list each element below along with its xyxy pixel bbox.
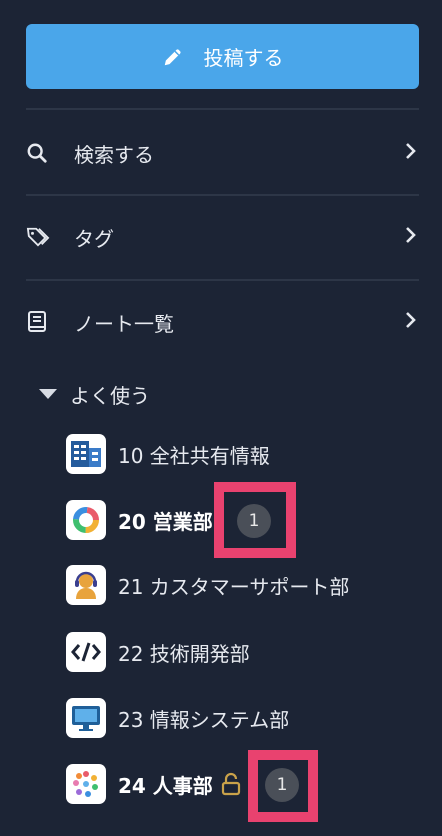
group-item-label: 22 技術開発部: [118, 641, 250, 666]
post-button[interactable]: 投稿する: [26, 24, 419, 89]
group-item-label: 10 全社共有情報: [118, 443, 270, 468]
group-item-label: 20 営業部: [118, 509, 213, 534]
search-icon: [26, 142, 52, 164]
divider: [26, 279, 419, 281]
highlight-box: [248, 750, 318, 822]
group-item[interactable]: 22 技術開発部: [66, 632, 426, 672]
group-item[interactable]: 24 人事部: [66, 764, 426, 804]
nav-notes[interactable]: ノート一覧: [26, 297, 419, 347]
headset-person-icon: [66, 565, 106, 605]
divider: [26, 194, 419, 196]
favorites-toggle[interactable]: よく使う: [38, 376, 150, 412]
caret-down-icon: [39, 389, 57, 399]
chevron-right-icon: [405, 141, 417, 165]
nav-notes-label: ノート一覧: [74, 311, 174, 336]
people-dots-icon: [66, 764, 106, 804]
favorites-label: よく使う: [70, 383, 150, 408]
nav-search[interactable]: 検索する: [26, 128, 419, 178]
group-item[interactable]: 23 情報システム部: [66, 698, 426, 738]
monitor-icon: [66, 698, 106, 738]
group-item-label: 21 カスタマーサポート部: [118, 574, 350, 599]
tag-icon: [26, 226, 52, 248]
nav-tags[interactable]: タグ: [26, 212, 419, 262]
ring-chart-icon: [66, 500, 106, 540]
pencil-icon: [164, 49, 180, 65]
group-item-label: 23 情報システム部: [118, 707, 290, 732]
chevron-right-icon: [405, 310, 417, 334]
post-button-label: 投稿する: [203, 46, 284, 70]
notebook-icon: [26, 310, 52, 334]
divider: [26, 108, 419, 110]
nav-search-label: 検索する: [74, 142, 154, 167]
group-item-label: 24 人事部: [118, 773, 213, 798]
building-icon: [66, 434, 106, 474]
nav-tags-label: タグ: [74, 226, 114, 251]
code-icon: [66, 632, 106, 672]
group-item[interactable]: 10 全社共有情報: [66, 434, 426, 474]
highlight-box: [214, 482, 296, 558]
chevron-right-icon: [405, 225, 417, 249]
lock-open-icon: [221, 772, 241, 796]
group-item[interactable]: 21 カスタマーサポート部: [66, 565, 426, 605]
